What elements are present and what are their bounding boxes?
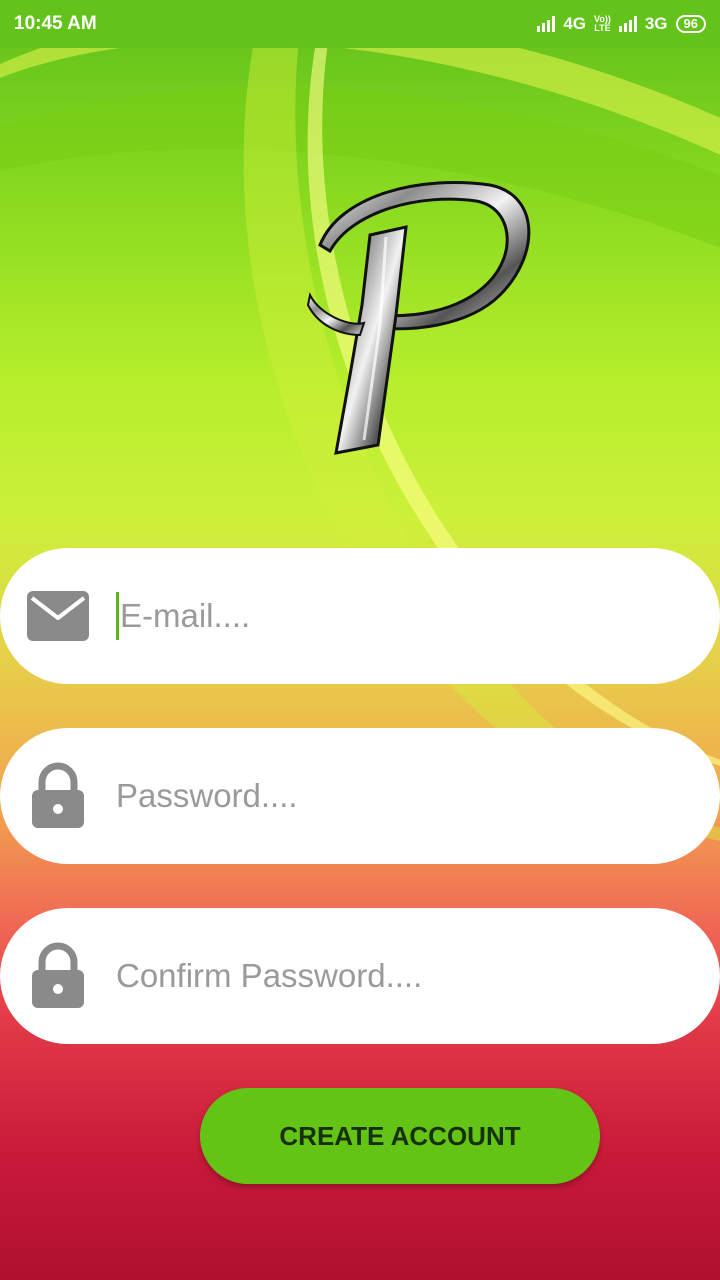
battery-icon: 96 [675, 15, 706, 33]
confirm-password-input[interactable]: Confirm Password.... [116, 957, 422, 995]
password-input[interactable]: Password.... [116, 777, 298, 815]
email-placeholder: E-mail.... [120, 597, 251, 634]
network-type-2: 3G [644, 14, 668, 33]
email-field[interactable]: E-mail.... [0, 548, 720, 684]
volte-icon: Vo)) LTE [594, 14, 611, 33]
envelope-icon [0, 590, 116, 642]
password-placeholder: Password.... [116, 777, 298, 814]
create-account-button[interactable]: CREATE ACCOUNT [200, 1088, 600, 1184]
confirm-password-placeholder: Confirm Password.... [116, 957, 423, 994]
battery-level: 96 [683, 16, 698, 31]
signal-strength-icon-2 [618, 16, 637, 32]
password-field[interactable]: Password.... [0, 728, 720, 864]
status-bar: 10:45 AM 4G Vo)) LTE 3G 96 [0, 0, 720, 48]
signal-strength-icon [537, 16, 556, 32]
text-caret [116, 592, 119, 640]
status-indicators: 4G Vo)) LTE 3G 96 [537, 14, 706, 34]
email-input[interactable]: E-mail.... [116, 592, 250, 640]
letter-p-logo [306, 181, 531, 455]
lock-icon [0, 762, 116, 830]
network-type-1: 4G [563, 14, 587, 33]
status-time: 10:45 AM [14, 13, 97, 34]
lock-icon [0, 942, 116, 1010]
confirm-password-field[interactable]: Confirm Password.... [0, 908, 720, 1044]
